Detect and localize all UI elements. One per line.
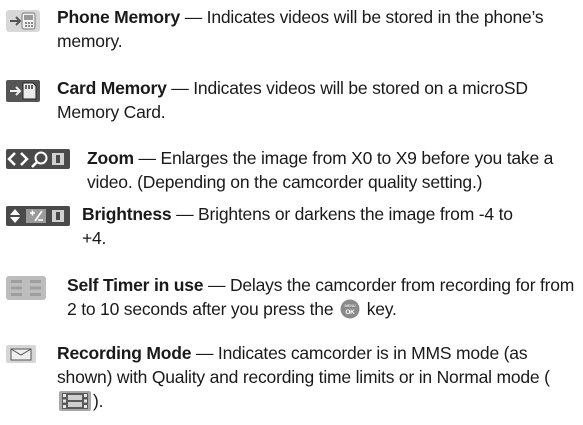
zoom-icon (6, 149, 70, 169)
entry-phone-memory: Phone Memory — Indicates videos will be … (57, 5, 567, 53)
entry-card-memory: Card Memory — Indicates videos will be s… (57, 76, 577, 124)
description-end: key. (362, 299, 397, 319)
normal-mode-film-icon (59, 391, 91, 417)
term: Recording Mode (57, 343, 192, 363)
manual-page: Phone Memory — Indicates videos will be … (0, 0, 583, 425)
term: Self Timer in use (67, 275, 204, 295)
brightness-icon (6, 206, 70, 226)
separator: — (171, 204, 199, 224)
entry-recording-mode: Recording Mode — Indicates camcorder is … (57, 341, 581, 417)
separator: — (203, 275, 230, 295)
term: Brightness (82, 204, 172, 224)
term: Zoom (87, 148, 134, 168)
self-timer-icon (6, 276, 46, 300)
entry-brightness: Brightness — Brightens or darkens the im… (82, 202, 522, 250)
term: Card Memory (57, 78, 167, 98)
svg-text:MENU: MENU (345, 303, 356, 308)
svg-text:OK: OK (345, 309, 355, 316)
phone-memory-icon (6, 10, 40, 32)
entry-zoom: Zoom — Enlarges the image from X0 to X9 … (87, 146, 577, 194)
separator: — (133, 148, 161, 168)
separator: — (166, 78, 194, 98)
recording-mode-icon (6, 345, 36, 363)
description-end: ). (93, 391, 104, 411)
entry-self-timer: Self Timer in use — Delays the camcorder… (67, 273, 579, 325)
separator: — (191, 343, 218, 363)
separator: — (180, 7, 207, 27)
term: Phone Memory (57, 7, 181, 27)
ok-key-icon: MENU OK (340, 299, 360, 325)
card-memory-icon (6, 80, 40, 102)
